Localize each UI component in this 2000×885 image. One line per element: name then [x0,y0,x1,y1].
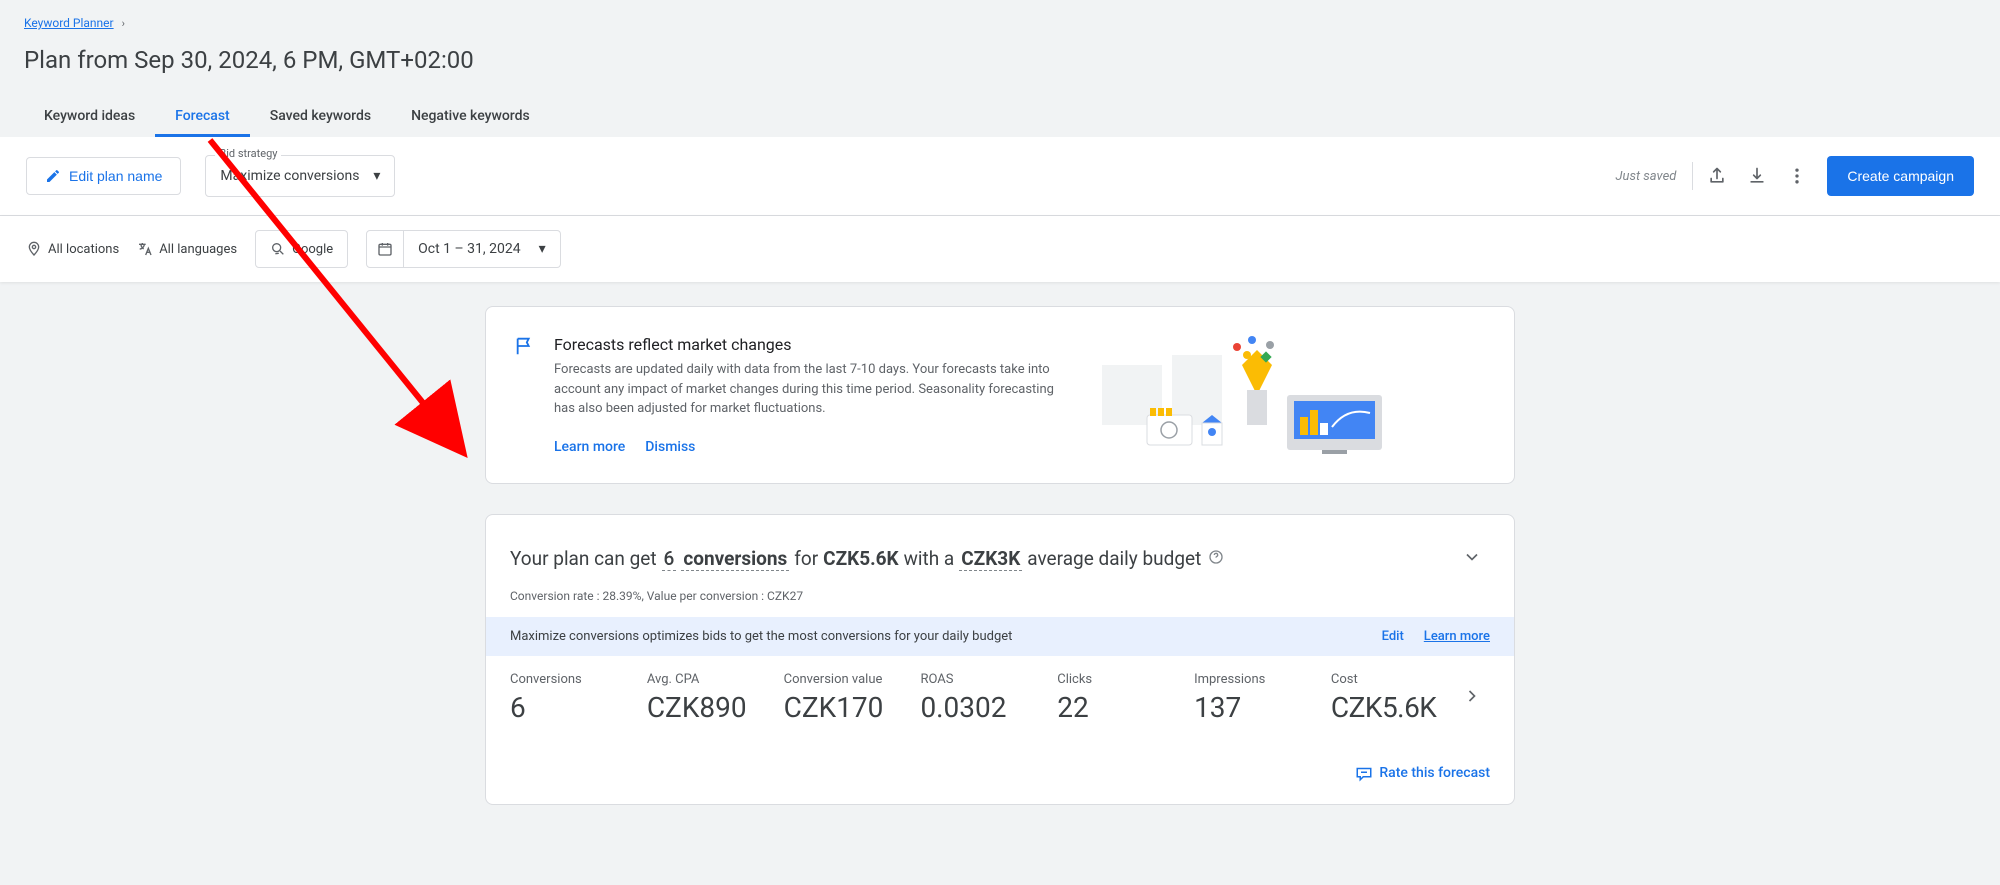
notice-title: Forecasts reflect market changes [554,335,1074,354]
date-range-label: Oct 1 – 31, 2024 [418,241,520,257]
chevron-right-icon: › [122,17,125,30]
summary-conversions-count[interactable]: 6 [662,547,677,571]
locations-label: All locations [48,242,119,257]
optimization-info-bar: Maximize conversions optimizes bids to g… [486,617,1514,656]
metric-value: CZK170 [784,691,921,724]
more-button[interactable] [1777,156,1817,196]
forecast-summary-card: Your plan can get 6 conversions for CZK5… [485,514,1515,805]
summary-cost: CZK5.6K [823,547,898,570]
feedback-icon [1355,764,1373,782]
edit-plan-name-label: Edit plan name [69,168,162,184]
metric-avg-cpa: Avg. CPA CZK890 [647,672,784,724]
metrics-next-button[interactable] [1454,678,1490,718]
summary-subline: Conversion rate : 28.39%, Value per conv… [510,589,1490,603]
toolbar: Edit plan name Bid strategy Maximize con… [0,137,2000,216]
metric-value: 6 [510,691,647,724]
metric-value: 137 [1194,691,1331,724]
metric-conversions: Conversions 6 [510,672,647,724]
share-button[interactable] [1697,156,1737,196]
share-icon [1707,166,1727,186]
more-vert-icon [1787,166,1807,186]
network-filter[interactable]: Google [255,230,348,268]
bid-strategy-label: Bid strategy [215,147,281,160]
metric-clicks: Clicks 22 [1057,672,1194,724]
metric-value: CZK890 [647,691,784,724]
metric-value: CZK5.6K [1331,691,1454,724]
metrics-row: Conversions 6 Avg. CPA CZK890 Conversion… [486,656,1514,750]
download-button[interactable] [1737,156,1777,196]
metric-label: ROAS [920,672,1057,687]
metric-cost: Cost CZK5.6K [1331,672,1454,724]
metric-roas: ROAS 0.0302 [920,672,1057,724]
metric-label: Conversions [510,672,647,687]
notice-body-text: Forecasts are updated daily with data fr… [554,360,1074,419]
notice-learn-more-link[interactable]: Learn more [554,439,625,455]
tab-keyword-ideas[interactable]: Keyword ideas [24,98,155,137]
summary-with: with a [904,547,955,570]
summary-conversions-word[interactable]: conversions [681,547,789,571]
summary-sentence: Your plan can get 6 conversions for CZK5… [510,547,1454,571]
summary-suffix: average daily budget [1027,547,1201,570]
date-range-icon-box[interactable] [366,230,404,268]
optimization-learn-more-link[interactable]: Learn more [1424,629,1490,644]
metric-value: 22 [1057,691,1194,724]
bid-strategy-value: Maximize conversions [220,168,359,184]
filters-bar: All locations All languages Google Oct 1… [0,216,2000,282]
calendar-icon [377,241,393,257]
breadcrumb: Keyword Planner › [24,16,1976,30]
tab-forecast[interactable]: Forecast [155,98,250,137]
pencil-icon [45,168,61,184]
chevron-right-icon [1462,686,1482,706]
summary-prefix: Your plan can get [510,547,657,570]
tabs: Keyword ideas Forecast Saved keywords Ne… [24,98,1976,137]
create-campaign-button[interactable]: Create campaign [1827,156,1974,196]
breadcrumb-link-keyword-planner[interactable]: Keyword Planner [24,16,114,30]
tab-saved-keywords[interactable]: Saved keywords [250,98,391,137]
forecast-notice-card: Forecasts reflect market changes Forecas… [485,306,1515,484]
download-icon [1747,166,1767,186]
metric-label: Conversion value [784,672,921,687]
metric-label: Avg. CPA [647,672,784,687]
metric-conversion-value: Conversion value CZK170 [784,672,921,724]
caret-down-icon: ▾ [373,168,380,184]
divider [1692,162,1693,190]
metric-label: Impressions [1194,672,1331,687]
locations-filter[interactable]: All locations [26,241,119,257]
date-range-group: Oct 1 – 31, 2024 ▾ [366,230,560,268]
tab-negative-keywords[interactable]: Negative keywords [391,98,550,137]
metric-impressions: Impressions 137 [1194,672,1331,724]
location-icon [26,241,42,257]
help-icon[interactable] [1208,549,1224,565]
languages-label: All languages [159,242,237,257]
date-range-select[interactable]: Oct 1 – 31, 2024 ▾ [404,230,560,268]
summary-for: for [794,547,818,570]
saved-status: Just saved [1616,169,1677,184]
rate-forecast-label: Rate this forecast [1379,765,1490,781]
page-title: Plan from Sep 30, 2024, 6 PM, GMT+02:00 [24,46,1976,74]
optimization-info-text: Maximize conversions optimizes bids to g… [510,629,1012,644]
notice-dismiss-link[interactable]: Dismiss [645,439,695,455]
rate-forecast-button[interactable]: Rate this forecast [1355,764,1490,782]
languages-filter[interactable]: All languages [137,241,237,257]
optimization-edit-link[interactable]: Edit [1382,629,1404,644]
notice-illustration [1092,335,1392,455]
search-partner-icon [270,241,286,257]
language-icon [137,241,153,257]
expand-summary-button[interactable] [1454,539,1490,579]
chevron-down-icon [1462,547,1482,567]
caret-down-icon: ▾ [539,241,546,257]
flag-icon [514,335,536,357]
metric-label: Clicks [1057,672,1194,687]
edit-plan-name-button[interactable]: Edit plan name [26,157,181,195]
metric-value: 0.0302 [920,691,1057,724]
summary-budget[interactable]: CZK3K [959,547,1022,571]
network-label: Google [292,242,333,257]
bid-strategy-select[interactable]: Maximize conversions ▾ [205,155,395,197]
metric-label: Cost [1331,672,1454,687]
